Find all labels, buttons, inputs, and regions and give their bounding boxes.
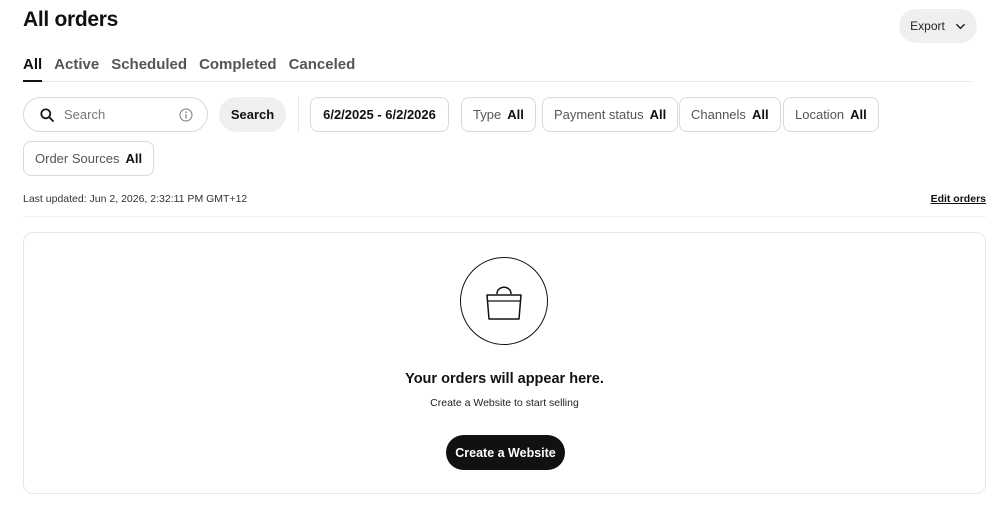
empty-state-card: Your orders will appear here. Create a W… <box>23 232 986 494</box>
location-filter[interactable]: Location All <box>783 97 879 132</box>
page-title: All orders <box>23 8 119 31</box>
payment-status-filter[interactable]: Payment status All <box>542 97 679 132</box>
chevron-down-icon <box>955 23 965 29</box>
export-button[interactable]: Export <box>899 9 977 43</box>
tab-completed[interactable]: Completed <box>199 56 277 82</box>
payment-status-label: Payment status <box>554 107 644 122</box>
last-updated-text: Last updated: Jun 2, 2026, 2:32:11 PM GM… <box>23 193 248 205</box>
tab-all[interactable]: All <box>23 56 43 82</box>
export-label: Export <box>910 19 945 33</box>
filter-divider <box>298 97 299 132</box>
location-label: Location <box>795 107 845 122</box>
type-filter-label: Type <box>473 107 502 122</box>
tab-scheduled[interactable]: Scheduled <box>111 56 187 82</box>
location-value: All <box>850 107 867 122</box>
date-range-value: 6/2/2025 - 6/2/2026 <box>323 107 436 122</box>
payment-status-value: All <box>649 107 667 122</box>
order-sources-value: All <box>125 151 143 166</box>
info-icon[interactable] <box>179 108 193 122</box>
tab-canceled[interactable]: Canceled <box>289 56 356 82</box>
search-button[interactable]: Search <box>219 97 286 132</box>
empty-state-subtitle: Create a Website to start selling <box>430 397 579 409</box>
section-divider <box>23 216 986 217</box>
order-sources-label: Order Sources <box>35 151 120 166</box>
search-field[interactable] <box>23 97 208 132</box>
channels-filter[interactable]: Channels All <box>679 97 781 132</box>
shopping-bag-icon <box>460 257 548 345</box>
channels-label: Channels <box>691 107 746 122</box>
order-sources-filter[interactable]: Order Sources All <box>23 141 155 176</box>
edit-orders-link[interactable]: Edit orders <box>931 193 986 205</box>
search-input[interactable] <box>64 107 164 122</box>
search-icon <box>40 107 54 122</box>
type-filter-value: All <box>507 107 524 122</box>
create-website-button[interactable]: Create a Website <box>446 435 565 470</box>
empty-state-title: Your orders will appear here. <box>405 371 604 387</box>
order-tabs: All Active Scheduled Completed Canceled <box>23 56 971 82</box>
date-range-filter[interactable]: 6/2/2025 - 6/2/2026 <box>310 97 449 132</box>
type-filter[interactable]: Type All <box>461 97 536 132</box>
tab-active[interactable]: Active <box>54 56 99 82</box>
channels-value: All <box>751 107 769 122</box>
